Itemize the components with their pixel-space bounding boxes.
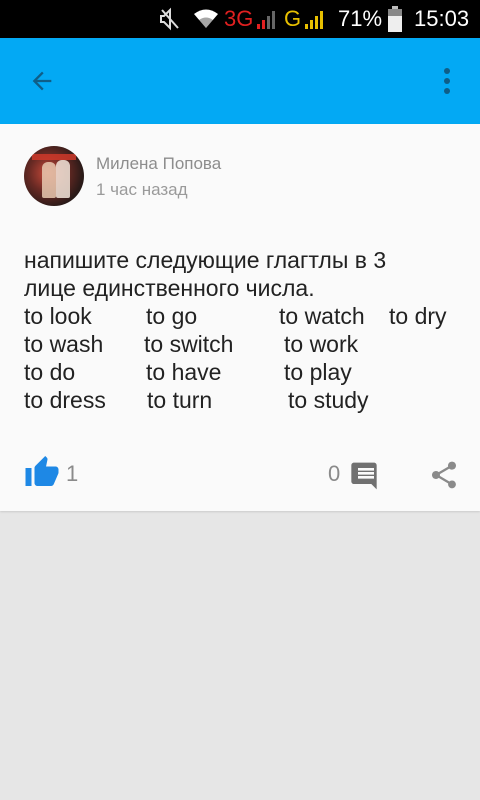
- question-line: напишите следующие глагтлы в 3: [24, 247, 387, 273]
- question-line: лице единственного числа.: [24, 275, 315, 301]
- comment-count: 0: [328, 461, 341, 486]
- question-card: Милена Попова 1 час назад напишите следу…: [0, 124, 480, 511]
- network-g-label: G: [284, 6, 302, 31]
- like-count: 1: [66, 461, 79, 486]
- more-options-button[interactable]: [432, 61, 462, 101]
- like-button[interactable]: [24, 454, 60, 488]
- clock: 15:03: [414, 6, 470, 31]
- verb: to study: [288, 387, 369, 413]
- arrow-left-icon: [32, 71, 52, 91]
- avatar[interactable]: [24, 146, 84, 206]
- comment-icon: [351, 462, 378, 490]
- network-3g-label: 3G: [224, 6, 254, 31]
- verb: to have: [146, 359, 222, 385]
- verb: to dry: [389, 303, 447, 329]
- verb: to dress: [24, 387, 106, 413]
- verb: to look: [24, 303, 92, 329]
- verb-row: to wash to switch to work: [24, 330, 464, 358]
- verb-row: to dress to turn to study: [24, 386, 464, 414]
- verb-row: to do to have to play: [24, 358, 464, 386]
- battery-icon: [388, 0, 406, 38]
- wifi-icon: [192, 0, 220, 38]
- verb: to wash: [24, 331, 104, 357]
- status-bar: 3G G 71% 15:03: [0, 0, 480, 38]
- verb: to do: [24, 359, 76, 385]
- battery-percent: 71%: [338, 6, 383, 31]
- question-text: напишите следующие глагтлы в 3 лице един…: [24, 246, 464, 414]
- app-bar: [0, 38, 480, 124]
- share-icon: [432, 461, 456, 489]
- thumbs-up-icon: [25, 456, 59, 486]
- verb-row: to look to go to watch to dry: [24, 302, 464, 330]
- author-name[interactable]: Милена Попова: [96, 154, 221, 174]
- back-button[interactable]: [22, 61, 62, 101]
- verb: to turn: [147, 387, 213, 413]
- verb: to go: [146, 303, 198, 329]
- post-time: 1 час назад: [96, 180, 188, 199]
- verb: to work: [284, 331, 359, 357]
- mute-icon: [158, 0, 182, 38]
- signal-icon: [304, 0, 328, 38]
- comment-button[interactable]: [350, 460, 382, 492]
- share-button[interactable]: [428, 458, 460, 492]
- verb: to play: [284, 359, 352, 385]
- more-vert-icon: [444, 68, 450, 94]
- verb: to watch: [279, 303, 365, 329]
- verb: to switch: [144, 331, 234, 357]
- signal-icon: [256, 0, 280, 38]
